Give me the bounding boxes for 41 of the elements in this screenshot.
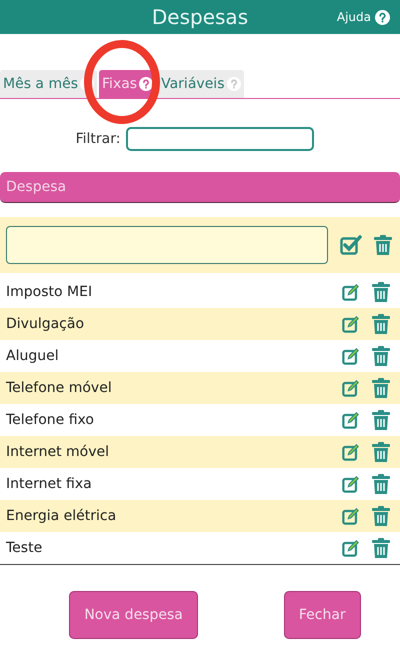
- trash-icon[interactable]: [374, 235, 392, 255]
- edit-icon[interactable]: [342, 283, 360, 301]
- expense-name: Imposto MEI: [6, 284, 94, 300]
- trash-icon[interactable]: [372, 282, 390, 302]
- edit-icon[interactable]: [342, 411, 360, 429]
- expense-name: Internet móvel: [6, 444, 110, 460]
- trash-icon[interactable]: [372, 538, 390, 558]
- edit-icon[interactable]: [342, 507, 360, 525]
- expense-name: Telefone fixo: [6, 412, 95, 428]
- edit-icon[interactable]: [342, 347, 360, 365]
- trash-icon[interactable]: [372, 314, 390, 334]
- expense-name: Aluguel: [6, 348, 60, 364]
- help-icon: [375, 10, 390, 24]
- expense-name-field[interactable]: [6, 226, 328, 264]
- confirm-checkbox-icon[interactable]: [340, 235, 362, 255]
- help-icon: [139, 77, 154, 91]
- expense-name: Telefone móvel: [6, 380, 113, 396]
- filter-label: Filtrar:: [76, 131, 120, 147]
- action-button[interactable]: Nova despesa: [69, 591, 198, 639]
- trash-icon[interactable]: [372, 410, 390, 430]
- trash-icon[interactable]: [372, 346, 390, 366]
- trash-icon[interactable]: [372, 474, 390, 494]
- trash-icon[interactable]: [372, 442, 390, 462]
- filter-field[interactable]: [126, 127, 314, 151]
- trash-icon[interactable]: [372, 378, 390, 398]
- edit-icon[interactable]: [342, 315, 360, 333]
- help-button[interactable]: Ajuda: [248, 10, 390, 24]
- column-header: Despesa: [0, 172, 400, 203]
- edit-icon[interactable]: [342, 443, 360, 461]
- page-title: Despesas: [152, 5, 248, 29]
- trash-icon[interactable]: [372, 506, 390, 526]
- action-button[interactable]: Fechar: [284, 591, 361, 639]
- expense-name: Teste: [6, 540, 44, 556]
- tab[interactable]: Variáveis: [158, 70, 244, 98]
- help-icon: [226, 77, 240, 91]
- expense-name: Internet fixa: [6, 476, 93, 492]
- expense-name: Divulgação: [6, 316, 86, 332]
- edit-icon[interactable]: [342, 475, 360, 493]
- edit-icon[interactable]: [342, 539, 360, 557]
- expense-name: Energia elétrica: [6, 508, 118, 524]
- edit-icon[interactable]: [342, 379, 360, 397]
